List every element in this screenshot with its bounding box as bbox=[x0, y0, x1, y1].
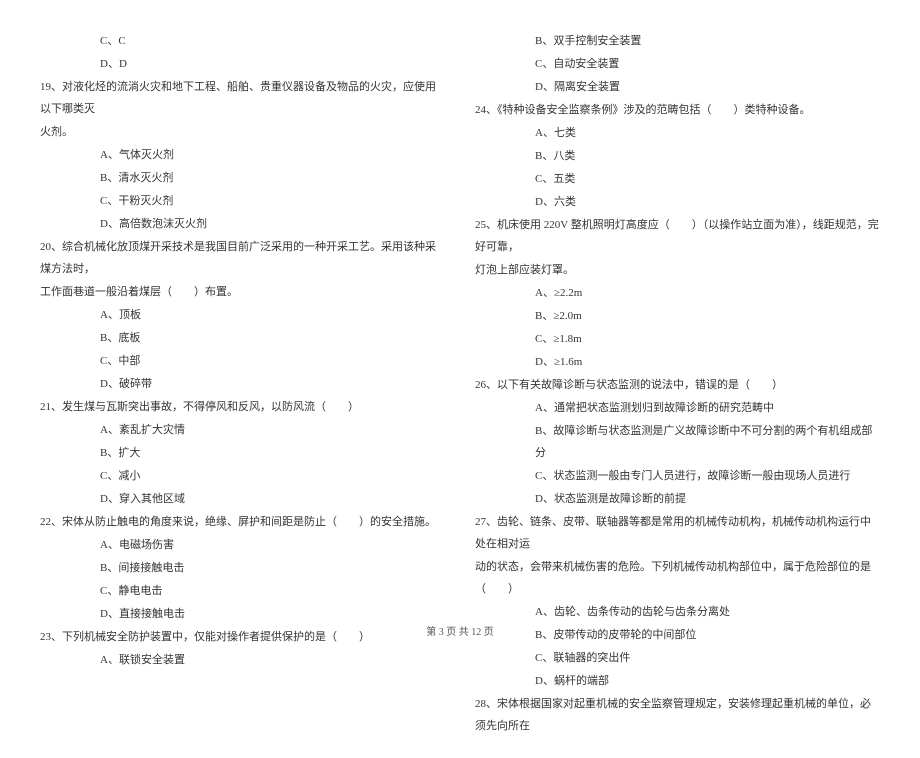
q19-opt-c: C、干粉灭火剂 bbox=[40, 190, 445, 212]
q21-opt-d: D、穿入其他区域 bbox=[40, 488, 445, 510]
q24-opt-d: D、六类 bbox=[475, 191, 880, 213]
q27-opt-d: D、蜗杆的端部 bbox=[475, 670, 880, 692]
q23-opt-c: C、自动安全装置 bbox=[475, 53, 880, 75]
q23-opt-b: B、双手控制安全装置 bbox=[475, 30, 880, 52]
q22-opt-d: D、直接接触电击 bbox=[40, 603, 445, 625]
q20-opt-a: A、顶板 bbox=[40, 304, 445, 326]
q21-text: 21、发生煤与瓦斯突出事故，不得停风和反风，以防风流（ ） bbox=[40, 396, 445, 418]
q20-opt-c: C、中部 bbox=[40, 350, 445, 372]
q27-opt-a: A、齿轮、齿条传动的齿轮与齿条分离处 bbox=[475, 601, 880, 623]
q27-opt-c: C、联轴器的突出件 bbox=[475, 647, 880, 669]
q26-opt-a: A、通常把状态监测划归到故障诊断的研究范畴中 bbox=[475, 397, 880, 419]
q21-opt-b: B、扩大 bbox=[40, 442, 445, 464]
q22-opt-c: C、静电电击 bbox=[40, 580, 445, 602]
q26-text: 26、以下有关故障诊断与状态监测的说法中，错误的是（ ） bbox=[475, 374, 880, 396]
q19-opt-b: B、清水灭火剂 bbox=[40, 167, 445, 189]
option-c: C、C bbox=[40, 30, 445, 52]
q26-opt-b: B、故障诊断与状态监测是广义故障诊断中不可分割的两个有机组成部分 bbox=[475, 420, 880, 464]
option-d: D、D bbox=[40, 53, 445, 75]
q27-text2: 动的状态，会带来机械伤害的危险。下列机械传动机构部位中，属于危险部位的是（ ） bbox=[475, 556, 880, 600]
q19-text: 19、对液化烃的流淌火灾和地下工程、船舶、贵重仪器设备及物品的火灾，应使用以下哪… bbox=[40, 76, 445, 120]
q19-text2: 火剂。 bbox=[40, 121, 445, 143]
q25-text: 25、机床使用 220V 整机照明灯高度应（ ）（以操作站立面为准），线距规范，… bbox=[475, 214, 880, 258]
q23-opt-d: D、隔离安全装置 bbox=[475, 76, 880, 98]
q20-text: 20、综合机械化放顶煤开采技术是我国目前广泛采用的一种开采工艺。采用该种采煤方法… bbox=[40, 236, 445, 280]
q20-text2: 工作面巷道一般沿着煤层（ ）布置。 bbox=[40, 281, 445, 303]
page-footer: 第 3 页 共 12 页 bbox=[0, 623, 920, 638]
q28-text: 28、宋体根据国家对起重机械的安全监察管理规定，安装修理起重机械的单位，必须先向… bbox=[475, 693, 880, 737]
q25-opt-d: D、≥1.6m bbox=[475, 351, 880, 373]
q22-opt-b: B、间接接触电击 bbox=[40, 557, 445, 579]
q20-opt-d: D、破碎带 bbox=[40, 373, 445, 395]
q25-text2: 灯泡上部应装灯罩。 bbox=[475, 259, 880, 281]
q24-opt-c: C、五类 bbox=[475, 168, 880, 190]
q22-text: 22、宋体从防止触电的角度来说，绝缘、屏护和间距是防止（ ）的安全措施。 bbox=[40, 511, 445, 533]
q20-opt-b: B、底板 bbox=[40, 327, 445, 349]
document-page: C、C D、D 19、对液化烃的流淌火灾和地下工程、船舶、贵重仪器设备及物品的火… bbox=[0, 0, 920, 758]
q21-opt-c: C、减小 bbox=[40, 465, 445, 487]
q24-opt-a: A、七类 bbox=[475, 122, 880, 144]
q22-opt-a: A、电磁场伤害 bbox=[40, 534, 445, 556]
q19-opt-d: D、高倍数泡沫灭火剂 bbox=[40, 213, 445, 235]
q26-opt-c: C、状态监测一般由专门人员进行，故障诊断一般由现场人员进行 bbox=[475, 465, 880, 487]
q25-opt-b: B、≥2.0m bbox=[475, 305, 880, 327]
q25-opt-c: C、≥1.8m bbox=[475, 328, 880, 350]
q19-opt-a: A、气体灭火剂 bbox=[40, 144, 445, 166]
q27-text: 27、齿轮、链条、皮带、联轴器等都是常用的机械传动机构，机械传动机构运行中处在相… bbox=[475, 511, 880, 555]
q21-opt-a: A、紊乱扩大灾情 bbox=[40, 419, 445, 441]
q24-text: 24、《特种设备安全监察条例》涉及的范畴包括（ ）类特种设备。 bbox=[475, 99, 880, 121]
q26-opt-d: D、状态监测是故障诊断的前提 bbox=[475, 488, 880, 510]
q23-opt-a: A、联锁安全装置 bbox=[40, 649, 445, 671]
q25-opt-a: A、≥2.2m bbox=[475, 282, 880, 304]
q24-opt-b: B、八类 bbox=[475, 145, 880, 167]
